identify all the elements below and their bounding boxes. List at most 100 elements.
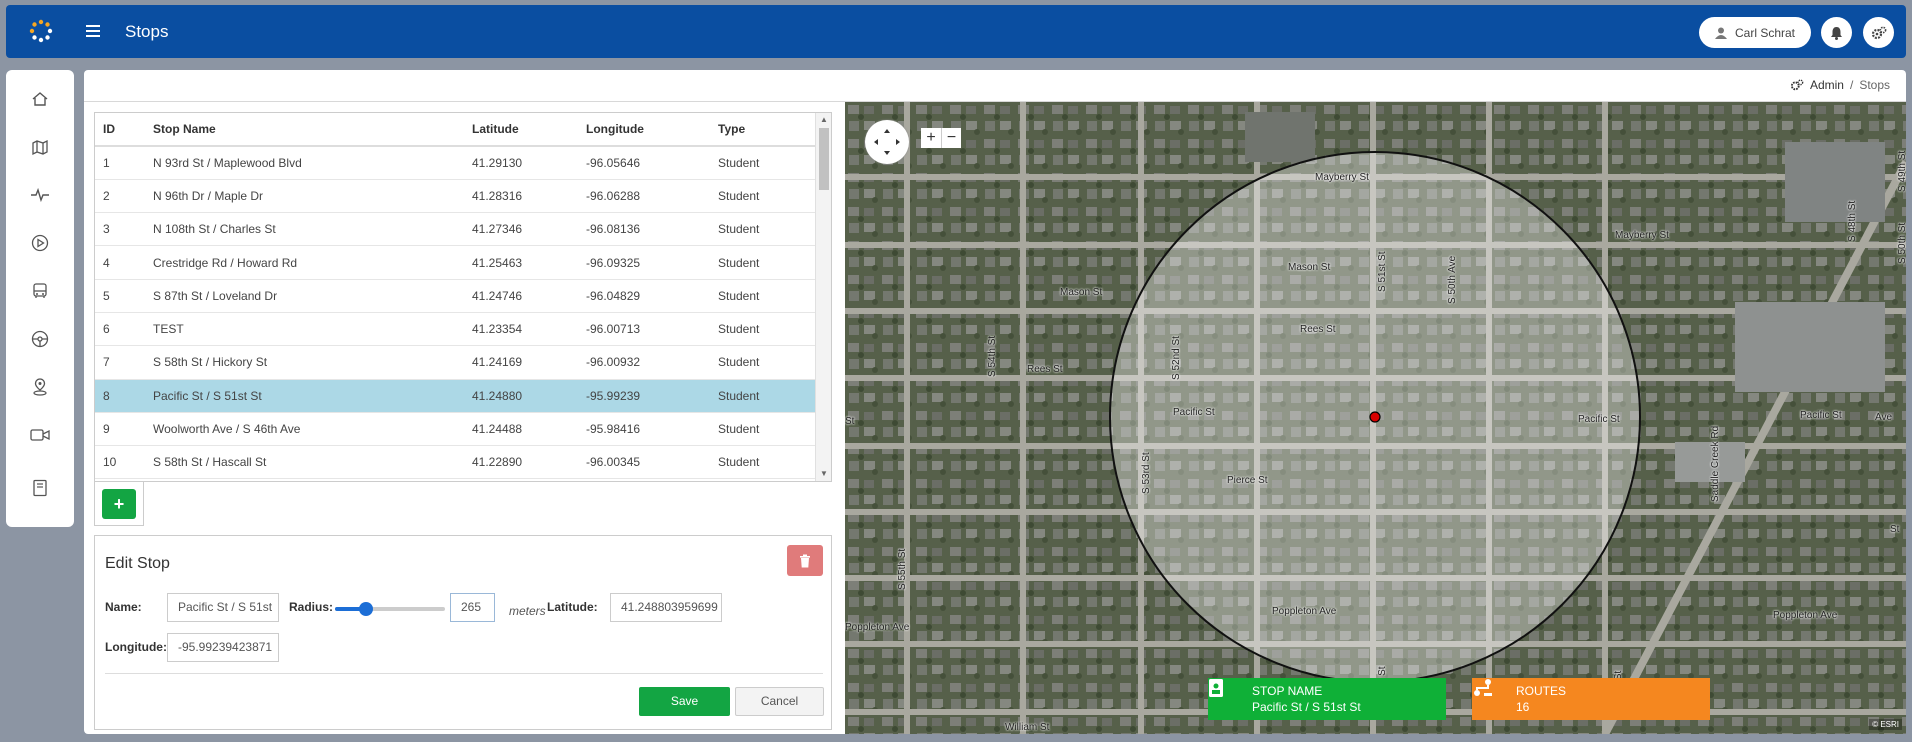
table-cell-id: 8 bbox=[95, 379, 145, 413]
notifications-button[interactable] bbox=[1821, 17, 1852, 48]
routes-card: ROUTES 16 bbox=[1472, 678, 1710, 720]
table-cell-lat: 41.22890 bbox=[464, 445, 578, 480]
column-header-stop-name[interactable]: Stop Name bbox=[145, 113, 464, 147]
sidebar-item-activity[interactable] bbox=[26, 181, 54, 209]
table-cell-type: Student bbox=[710, 279, 815, 313]
table-cell-name: S 58th St / Hickory St bbox=[145, 345, 464, 380]
table-cell-id: 1 bbox=[95, 146, 145, 180]
longitude-input[interactable]: -95.99239423871 bbox=[167, 633, 279, 662]
page-title: Stops bbox=[125, 22, 169, 41]
latitude-input[interactable]: 41.248803959699 bbox=[610, 593, 722, 622]
sidebar-item-map[interactable] bbox=[26, 133, 54, 161]
save-button[interactable]: Save bbox=[639, 687, 730, 716]
cancel-button[interactable]: Cancel bbox=[735, 687, 824, 716]
table-cell-lng: -96.04829 bbox=[578, 279, 710, 313]
zoom-out-button[interactable]: − bbox=[941, 128, 961, 148]
map-street-label: Pierce St bbox=[1227, 475, 1268, 486]
table-cell-name: TEST bbox=[145, 312, 464, 347]
routes-card-label: ROUTES bbox=[1516, 684, 1567, 698]
map-street-label: Poppleton Ave bbox=[1272, 606, 1337, 617]
scroll-down-arrow-icon[interactable]: ▼ bbox=[819, 469, 829, 479]
stop-name-card-value: Pacific St / S 51st St bbox=[1252, 700, 1361, 714]
table-cell-type: Student bbox=[710, 245, 815, 280]
column-header-latitude[interactable]: Latitude bbox=[464, 113, 578, 147]
map-street-label: Poppleton Ave bbox=[845, 622, 910, 633]
table-row[interactable]: 7S 58th St / Hickory St 41.24169 -96.00932… bbox=[95, 345, 815, 380]
sidebar-item-drivers[interactable] bbox=[26, 325, 54, 353]
table-cell-lng: -96.06288 bbox=[578, 179, 710, 214]
sidebar-item-reports[interactable] bbox=[26, 474, 54, 502]
sidebar-item-buses[interactable] bbox=[26, 277, 54, 305]
stops-table: ID Stop Name Latitude Longitude Type 1N … bbox=[95, 113, 815, 480]
top-header: Stops Carl Schrat bbox=[6, 5, 1906, 58]
table-cell-lat: 41.28316 bbox=[464, 179, 578, 214]
map-street-label: Mason St bbox=[1060, 287, 1103, 298]
sidebar-item-home[interactable] bbox=[26, 85, 54, 113]
table-row[interactable]: 2N 96th Dr / Maple Dr 41.28316 -96.06288 St… bbox=[95, 179, 815, 214]
map-street-label: S 51st St bbox=[1377, 251, 1388, 292]
map-street-label: Mason St bbox=[1288, 262, 1331, 273]
add-stop-button[interactable]: + bbox=[102, 489, 136, 519]
table-row[interactable]: 1N 93rd St / Maplewood Blvd 41.29130 -96.0… bbox=[95, 146, 815, 180]
map-street-label: Saddle Creek Rd bbox=[1710, 425, 1721, 502]
slider-handle[interactable] bbox=[358, 602, 373, 616]
column-header-id[interactable]: ID bbox=[95, 113, 145, 147]
breadcrumb-admin-link[interactable]: Admin bbox=[1810, 78, 1844, 92]
radius-input[interactable]: 265 bbox=[450, 593, 495, 622]
scroll-up-arrow-icon[interactable]: ▲ bbox=[819, 115, 829, 125]
bus-icon bbox=[33, 283, 47, 298]
map-street-label: Poppleton Ave bbox=[1773, 610, 1838, 621]
map-pan-control[interactable] bbox=[865, 120, 909, 164]
table-cell-lng: -96.05646 bbox=[578, 146, 710, 180]
table-cell-lng: -95.98416 bbox=[578, 412, 710, 447]
main-panel: Admin / Stops ID Stop Name Latitude Long… bbox=[84, 70, 1906, 734]
sidebar-item-playback[interactable] bbox=[26, 229, 54, 257]
stop-name-card-label: STOP NAME bbox=[1252, 684, 1323, 698]
table-cell-id: 9 bbox=[95, 412, 145, 447]
table-cell-lat: 41.24880 bbox=[464, 379, 578, 413]
column-header-longitude[interactable]: Longitude bbox=[578, 113, 710, 147]
trash-icon bbox=[800, 554, 810, 567]
delete-stop-button[interactable] bbox=[787, 545, 823, 576]
table-row[interactable]: 5S 87th St / Loveland Dr 41.24746 -96.0482… bbox=[95, 279, 815, 313]
table-row[interactable]: 4 Crestridge Rd / Howard Rd 41.25463 -96.09… bbox=[95, 245, 815, 280]
table-cell-lat: 41.29130 bbox=[464, 146, 578, 180]
sidebar-item-video[interactable] bbox=[26, 421, 54, 449]
radius-unit: meters bbox=[509, 604, 546, 618]
table-row[interactable]: 8 Pacific St / S 51st St 41.24880 -95.99239… bbox=[95, 379, 815, 413]
table-cell-id: 2 bbox=[95, 179, 145, 214]
user-icon bbox=[1714, 27, 1727, 39]
satellite-imagery bbox=[845, 102, 1906, 734]
map-street-label: St bbox=[845, 416, 855, 427]
table-row[interactable]: 10 S 58th St / Hascall St 41.22890 -96.0034… bbox=[95, 445, 815, 480]
breadcrumb-separator: / bbox=[1849, 78, 1854, 92]
map-street-label: S 55th St bbox=[897, 548, 908, 590]
menu-icon[interactable] bbox=[86, 21, 106, 41]
book-icon bbox=[33, 479, 47, 497]
table-cell-type: Student bbox=[710, 212, 815, 247]
table-row[interactable]: 3N 108th St / Charles St 41.27346 -96.0813… bbox=[95, 212, 815, 247]
table-cell-name: Pacific St / S 51st St bbox=[145, 379, 464, 413]
map-street-label: Rees St bbox=[1300, 324, 1336, 335]
table-cell-name: N 96th Dr / Maple Dr bbox=[145, 179, 464, 214]
table-cell-lng: -95.99239 bbox=[578, 379, 710, 413]
user-menu-button[interactable]: Carl Schrat bbox=[1699, 17, 1811, 48]
settings-button[interactable] bbox=[1863, 17, 1894, 48]
map-view[interactable]: Mayberry St Mayberry St Mason St Mason St Re… bbox=[845, 102, 1906, 734]
app-logo-icon[interactable] bbox=[28, 18, 54, 44]
table-cell-type: Student bbox=[710, 146, 815, 180]
column-header-type[interactable]: Type bbox=[710, 113, 815, 147]
zoom-in-button[interactable]: + bbox=[921, 128, 941, 148]
table-header-row: ID Stop Name Latitude Longitude Type bbox=[95, 113, 815, 147]
pan-arrows-icon bbox=[874, 129, 900, 155]
table-row[interactable]: 9 Woolworth Ave / S 46th Ave 41.24488 -95.9… bbox=[95, 412, 815, 447]
table-row[interactable]: 6 TEST 41.23354 -96.00713 Student bbox=[95, 312, 815, 347]
table-scrollbar[interactable]: ▲ ▼ bbox=[815, 113, 831, 481]
steering-wheel-icon bbox=[31, 330, 49, 348]
pulse-icon bbox=[31, 188, 49, 202]
radius-slider[interactable] bbox=[335, 601, 445, 617]
name-input[interactable]: Pacific St / S 51st bbox=[167, 593, 279, 622]
scroll-thumb[interactable] bbox=[819, 128, 829, 190]
sidebar-item-stops[interactable] bbox=[26, 373, 54, 401]
radius-label: Radius: bbox=[289, 600, 334, 614]
